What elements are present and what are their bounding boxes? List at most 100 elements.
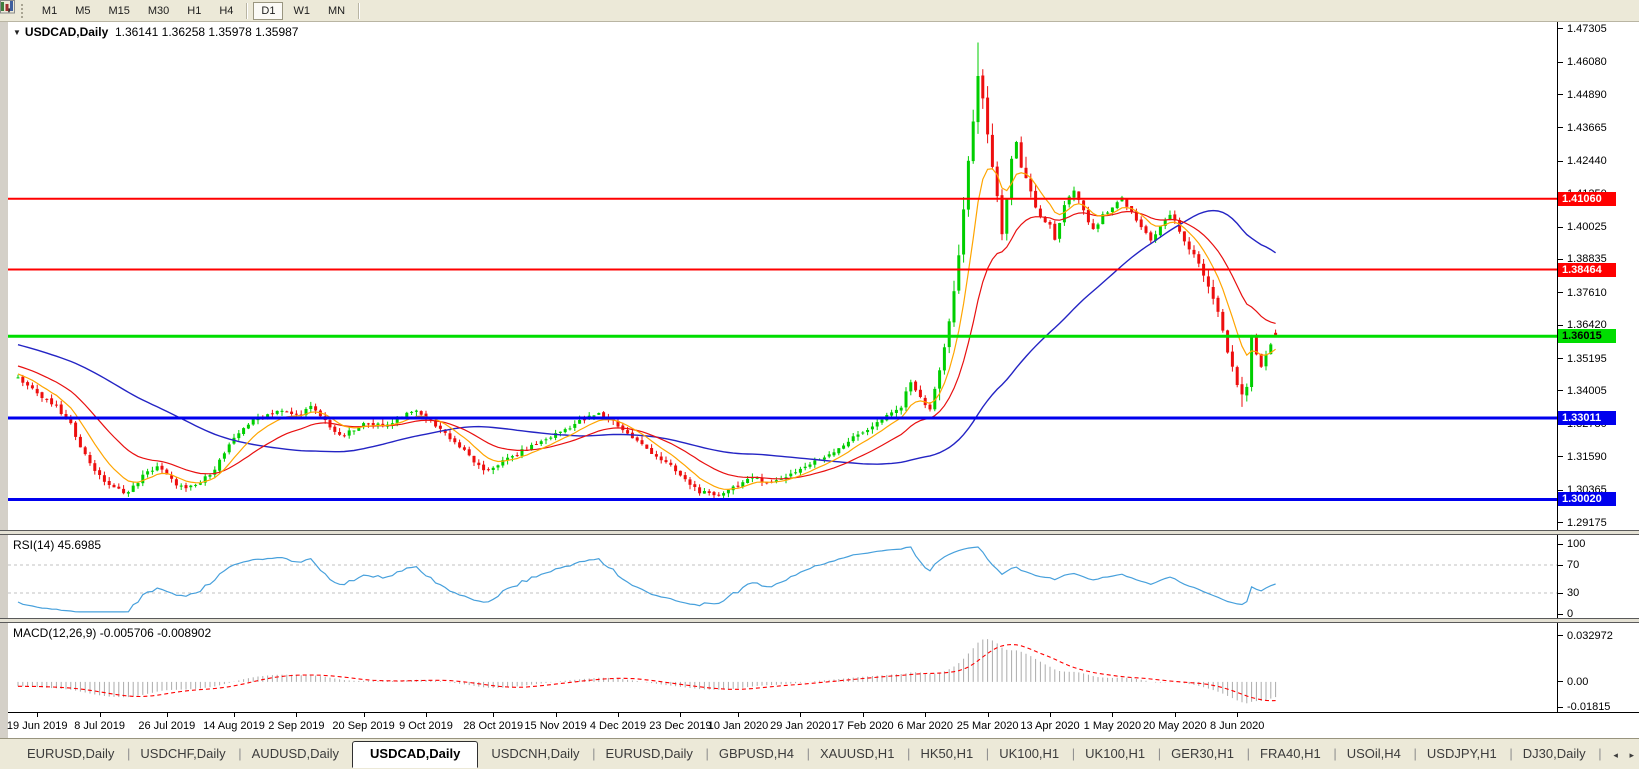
price-axis-tick <box>1558 28 1563 30</box>
date-axis-label: 9 Oct 2019 <box>399 720 453 732</box>
date-axis-tick <box>925 713 927 717</box>
macd-axis-label: 0.00 <box>1567 675 1589 688</box>
date-axis-label: 28 Oct 2019 <box>463 720 524 732</box>
date-axis-label: 19 Jun 2019 <box>6 720 68 732</box>
price-axis-tick <box>1558 358 1563 360</box>
chart-tab[interactable]: GER30,H1 <box>1158 742 1250 766</box>
price-axis-tick-label: 1.40025 <box>1567 221 1607 234</box>
rsi-axis-label: 100 <box>1567 538 1586 550</box>
chart-symbol-label: USDCAD,Daily <box>24 25 109 39</box>
price-axis-tick <box>1558 127 1563 129</box>
timeframe-button[interactable]: M30 <box>140 2 177 20</box>
chart-menu-arrow-icon[interactable]: ▼ <box>13 28 21 37</box>
chart-tab[interactable]: EURUSD,Daily <box>592 742 709 766</box>
tab-scroll-left-icon[interactable]: ◂ <box>1613 750 1618 760</box>
macd-indicator-pane[interactable]: MACD(12,26,9) -0.005706 -0.008902 <box>8 623 1639 712</box>
macd-axis-label: -0.01815 <box>1567 701 1611 714</box>
chart-tab[interactable]: USDCNH,Daily <box>478 742 595 766</box>
chart-tab[interactable]: EURUSD,Daily <box>14 742 131 766</box>
price-axis-tick <box>1558 522 1563 523</box>
toolbar-drag-handle[interactable] <box>20 3 26 18</box>
date-axis-tick <box>618 713 619 717</box>
timeframe-button[interactable]: M5 <box>67 2 98 20</box>
price-axis-tick-label: 1.29175 <box>1567 516 1607 529</box>
timeframe-button[interactable]: H1 <box>179 2 209 20</box>
tab-scroll-arrows: ◂ ▸ <box>1604 750 1634 761</box>
pane-splitter[interactable] <box>0 530 1639 535</box>
price-axis-tick-label: 1.46080 <box>1567 56 1607 69</box>
rsi-axis-tick <box>1558 543 1563 545</box>
price-axis-tick-label: 1.37610 <box>1567 286 1607 299</box>
chart-tab[interactable]: DJ30,Daily <box>1510 742 1602 766</box>
toolbar-separator <box>246 2 249 19</box>
chart-tab[interactable]: AUDUSD,Daily <box>239 742 356 766</box>
price-line-label: 1.36015 <box>1558 329 1616 344</box>
date-axis-tick <box>234 713 235 717</box>
price-axis-tick <box>1558 456 1563 458</box>
chart-tab[interactable]: USOil,H4 <box>1334 742 1417 766</box>
chart-tool-icon-glyph <box>0 0 15 14</box>
chart-tab[interactable]: XAUUSD,H1 <box>807 742 911 766</box>
chart-tab[interactable]: FRA40,H1 <box>1247 742 1336 766</box>
macd-axis-tick <box>1558 706 1563 708</box>
date-axis-label: 15 Nov 2019 <box>524 720 587 732</box>
price-line-label: 1.41060 <box>1558 191 1616 206</box>
main-chart-pane[interactable]: ▼ USDCAD,Daily 1.36141 1.36258 1.35978 1.… <box>8 21 1639 530</box>
price-axis-tick <box>1558 390 1563 392</box>
date-axis-label: 2 Sep 2019 <box>268 720 325 732</box>
timeframe-button[interactable]: W1 <box>285 2 318 20</box>
timeframe-button[interactable]: M15 <box>100 2 137 20</box>
chart-tab[interactable]: UK100,H1 <box>986 742 1075 766</box>
price-axis-tick-label: 1.35195 <box>1567 352 1607 365</box>
tab-scroll-right-icon[interactable]: ▸ <box>1629 750 1634 760</box>
date-axis-label: 4 Dec 2019 <box>589 720 647 732</box>
date-axis-label: 13 Apr 2020 <box>1020 720 1080 732</box>
date-axis-tick <box>426 713 427 717</box>
date-axis-label: 20 May 2020 <box>1142 720 1207 732</box>
macd-canvas[interactable] <box>8 623 1557 712</box>
chart-tab[interactable]: USDCAD,Daily <box>352 741 479 768</box>
date-axis-tick <box>1237 713 1239 717</box>
price-axis-tick-label: 1.31590 <box>1567 450 1607 463</box>
price-line-label: 1.33011 <box>1558 411 1616 426</box>
date-axis-label: 17 Feb 2020 <box>831 720 894 732</box>
chart-tab[interactable]: HK50,H1 <box>907 742 988 766</box>
price-chart-canvas[interactable] <box>8 21 1557 530</box>
pane-splitter[interactable] <box>0 618 1639 623</box>
date-axis-tick <box>166 713 168 717</box>
date-axis-tick <box>738 713 739 717</box>
price-axis-tick-label: 1.47305 <box>1567 22 1607 35</box>
date-axis-tick <box>1112 713 1114 717</box>
date-axis-tick <box>99 713 101 717</box>
price-line-label: 1.30020 <box>1558 492 1616 507</box>
chart-tab[interactable]: UK100,H1 <box>1072 742 1161 766</box>
price-axis-tick <box>1558 324 1563 326</box>
rsi-indicator-pane[interactable]: RSI(14) 45.6985 <box>8 535 1639 618</box>
price-axis-tick <box>1558 94 1563 96</box>
timeframe-button[interactable]: D1 <box>253 1 284 20</box>
date-axis-tick <box>1174 713 1176 717</box>
chart-tab-bar: EURUSD,DailyUSDCHF,DailyAUDUSD,DailyUSDC… <box>0 738 1639 769</box>
price-line-label: 1.38464 <box>1558 262 1616 277</box>
top-toolbar: ▼ M1 M5 M15 M30 H1 H4 D1 W1 MN <box>0 0 1639 22</box>
price-axis-tick-label: 1.44890 <box>1567 88 1607 101</box>
chart-tab[interactable]: USDCHF,Daily <box>127 742 241 766</box>
price-axis-tick-label: 1.43665 <box>1567 121 1607 134</box>
chart-tab[interactable]: USDJPY,H1 <box>1414 742 1513 766</box>
rsi-axis-label: 30 <box>1567 587 1580 599</box>
date-axis[interactable]: 19 Jun 2019 8 Jul 2019 26 Jul 2019 14 Aug 2… <box>6 712 1639 738</box>
timeframe-button[interactable]: MN <box>320 2 353 20</box>
date-axis-tick <box>987 713 989 717</box>
date-axis-tick <box>493 713 495 717</box>
rsi-canvas[interactable] <box>8 535 1557 618</box>
toolbar-separator <box>358 2 361 19</box>
price-axis-tick <box>1558 61 1563 63</box>
chart-tab[interactable]: GBPUSD,H4 <box>706 742 810 766</box>
price-axis[interactable]: 1.473051.460801.448901.436651.424401.412… <box>1557 21 1639 714</box>
date-axis-tick <box>800 713 802 717</box>
price-axis-tick <box>1558 489 1563 491</box>
date-axis-label: 20 Sep 2019 <box>332 720 395 732</box>
timeframe-button[interactable]: H4 <box>211 2 241 20</box>
timeframe-button[interactable]: M1 <box>34 2 65 20</box>
date-axis-label: 25 Mar 2020 <box>956 720 1019 732</box>
